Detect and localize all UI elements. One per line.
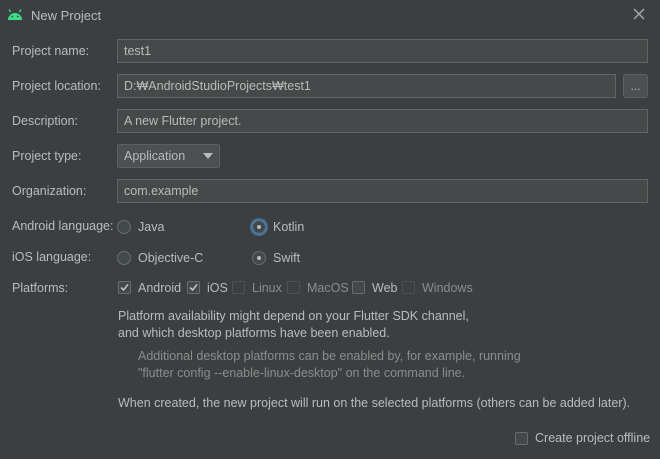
- web-platform-checkbox[interactable]: [352, 281, 365, 294]
- android-language-label: Android language:: [12, 219, 114, 233]
- offline-label[interactable]: Create project offline: [535, 431, 650, 445]
- ios-platform-label[interactable]: iOS: [207, 281, 228, 295]
- offline-checkbox[interactable]: [515, 432, 528, 445]
- project-name-label: Project name:: [12, 44, 90, 58]
- check-icon: [120, 284, 129, 292]
- android-platform-label[interactable]: Android: [138, 281, 181, 295]
- android-icon: [8, 9, 22, 20]
- organization-field[interactable]: com.example: [117, 179, 648, 203]
- description-label: Description:: [12, 114, 78, 128]
- desktop-note-line-2: "flutter config --enable-linux-desktop" …: [138, 366, 466, 380]
- created-note: When created, the new project will run o…: [118, 396, 631, 410]
- close-icon[interactable]: [628, 3, 650, 25]
- project-type-label: Project type:: [12, 149, 82, 163]
- linux-platform-checkbox: [232, 281, 245, 294]
- android-platform-checkbox[interactable]: [118, 281, 131, 294]
- platforms-label: Platforms:: [12, 281, 69, 295]
- windows-platform-label: Windows: [422, 281, 473, 295]
- swift-radio[interactable]: [252, 251, 266, 265]
- java-radio-label[interactable]: Java: [138, 220, 164, 234]
- ios-language-label: iOS language:: [12, 250, 92, 264]
- project-type-dropdown[interactable]: Application: [117, 144, 220, 168]
- project-name-field[interactable]: test1: [117, 39, 648, 63]
- availability-note-line-1: Platform availability might depend on yo…: [118, 309, 469, 323]
- description-field[interactable]: A new Flutter project.: [117, 109, 648, 133]
- project-location-field[interactable]: D:₩AndroidStudioProjects₩test1: [117, 74, 616, 98]
- chevron-down-icon: [203, 153, 213, 159]
- project-type-value: Application: [124, 149, 186, 163]
- check-icon: [189, 284, 198, 292]
- project-location-label: Project location:: [12, 79, 101, 93]
- desktop-note-line-1: Additional desktop platforms can be enab…: [138, 349, 521, 363]
- organization-label: Organization:: [12, 184, 87, 198]
- macos-platform-checkbox: [287, 281, 300, 294]
- linux-platform-label: Linux: [252, 281, 282, 295]
- objective-c-radio-label[interactable]: Objective-C: [138, 251, 203, 265]
- java-radio[interactable]: [117, 220, 131, 234]
- kotlin-radio[interactable]: [252, 220, 266, 234]
- objective-c-radio[interactable]: [117, 251, 131, 265]
- windows-platform-checkbox: [402, 281, 415, 294]
- window-title: New Project: [31, 8, 102, 23]
- web-platform-label[interactable]: Web: [372, 281, 397, 295]
- macos-platform-label: MacOS: [307, 281, 349, 295]
- kotlin-radio-label[interactable]: Kotlin: [273, 220, 304, 234]
- swift-radio-label[interactable]: Swift: [273, 251, 300, 265]
- ios-platform-checkbox[interactable]: [187, 281, 200, 294]
- browse-location-button[interactable]: ...: [623, 74, 648, 98]
- availability-note-line-2: and which desktop platforms have been en…: [118, 326, 390, 340]
